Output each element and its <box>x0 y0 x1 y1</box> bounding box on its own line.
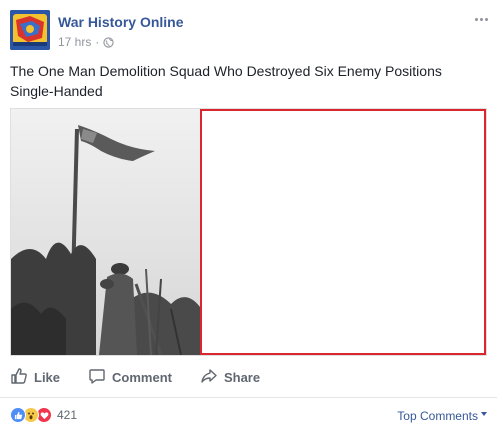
share-icon <box>200 367 218 388</box>
post-timestamp[interactable]: 17 hrs <box>58 35 91 49</box>
reactions-summary[interactable]: 421 <box>10 407 77 423</box>
like-label: Like <box>34 369 61 385</box>
page-name-link[interactable]: War History Online <box>58 14 184 30</box>
highlighted-blank-region <box>200 109 486 355</box>
meta-separator: · <box>95 35 100 49</box>
post-text: The One Man Demolition Squad Who Destroy… <box>10 63 442 99</box>
reaction-count: 421 <box>57 408 78 422</box>
post-media[interactable] <box>10 108 487 356</box>
section-divider <box>0 397 497 398</box>
page-avatar[interactable] <box>10 10 50 50</box>
comment-icon <box>88 367 106 388</box>
thumbs-up-icon <box>10 367 28 388</box>
post-photo[interactable] <box>11 109 200 355</box>
top-comments-label: Top Comments <box>397 409 478 423</box>
post-actions-bar: Like Comment Share <box>10 365 487 389</box>
more-options-icon[interactable] <box>473 14 489 24</box>
like-button[interactable]: Like <box>10 367 60 388</box>
top-comments-dropdown[interactable]: Top Comments <box>397 409 487 423</box>
feed-post: War History Online 17 hrs · The One Man … <box>0 0 497 432</box>
globe-icon <box>103 36 114 48</box>
comment-button[interactable]: Comment <box>88 367 172 388</box>
post-meta: 17 hrs · <box>58 35 114 49</box>
share-button[interactable]: Share <box>200 367 260 388</box>
like-reaction-icon <box>10 407 26 423</box>
share-label: Share <box>223 369 261 385</box>
comment-label: Comment <box>112 369 172 385</box>
caret-down-icon <box>481 412 487 416</box>
